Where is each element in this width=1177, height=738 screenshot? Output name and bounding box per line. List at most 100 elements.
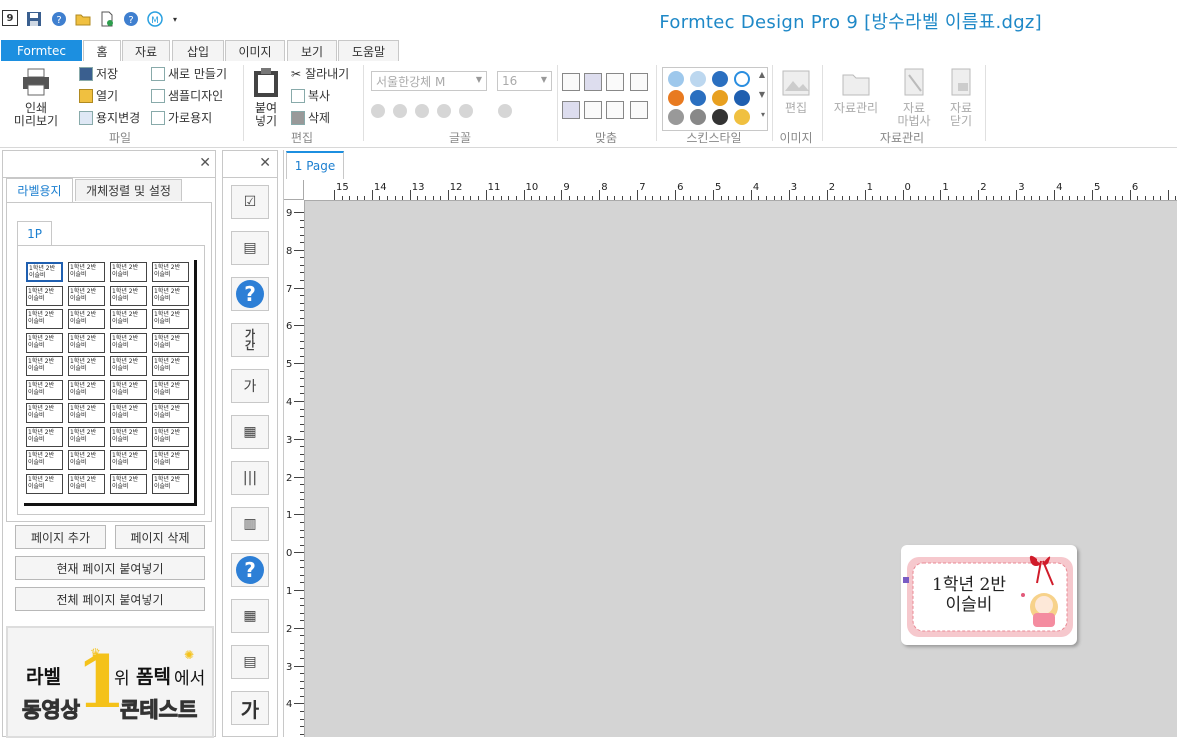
skin-swatch[interactable] [712, 109, 728, 125]
label-cell[interactable]: 1학년 2반 이슬비 [26, 379, 63, 400]
label-cell[interactable]: 1학년 2반 이슬비 [68, 450, 105, 470]
label-object[interactable]: 1학년 2반 이슬비 [901, 545, 1077, 645]
sample-design-button[interactable]: 샘플디자인 [151, 87, 223, 104]
save-icon[interactable] [25, 10, 43, 28]
table-tool-icon[interactable]: ▦ [231, 599, 269, 633]
barcode-2-tool-icon[interactable]: ▥ [231, 507, 269, 541]
label-cell[interactable]: 1학년 2반 이슬비 [152, 309, 189, 329]
skin-swatch[interactable] [668, 109, 684, 125]
label-cell[interactable]: 1학년 2반 이슬비 [26, 473, 63, 494]
label-cell[interactable]: 1학년 2반 이슬비 [68, 426, 105, 447]
label-cell[interactable]: 1학년 2반 이슬비 [152, 262, 189, 282]
ruler-vertical[interactable]: 9 8 7 6 5 4 3 2 1 0 1 2 3 4 [284, 200, 305, 737]
tab-object-align[interactable]: 개체정렬 및 설정 [75, 179, 182, 201]
paste-current-page-button[interactable]: 현재 페이지 붙여넣기 [15, 556, 205, 580]
label-cell[interactable]: 1학년 2반 이슬비 [152, 426, 189, 447]
ruler-horizontal[interactable]: 15 14 13 12 11 10 9 8 7 6 5 4 3 2 1 0 1 2 3 4 5 6 [284, 180, 1177, 201]
label-cell[interactable]: 1학년 2반 이슬비 [110, 309, 147, 329]
font-color-icon[interactable] [459, 104, 473, 118]
app-icon[interactable]: 9 [2, 10, 18, 26]
underline-icon[interactable] [415, 104, 429, 118]
label-cell[interactable]: 1학년 2반 이슬비 [152, 332, 189, 353]
label-cell[interactable]: 1학년 2반 이슬비 [68, 379, 105, 400]
open-button[interactable]: 열기 [79, 87, 118, 104]
label-cell[interactable]: 1학년 2반 이슬비 [26, 262, 63, 282]
barcode-tool-icon[interactable]: ||| [231, 461, 269, 495]
label-cell[interactable]: 1학년 2반 이슬비 [26, 332, 63, 353]
skin-swatch[interactable] [734, 90, 750, 106]
open-folder-icon[interactable] [74, 10, 92, 28]
close-icon[interactable]: ✕ [259, 155, 271, 171]
label-text[interactable]: 1학년 2반 이슬비 [917, 575, 1021, 615]
help-icon[interactable]: ? [50, 10, 68, 28]
change-paper-button[interactable]: 용지변경 [79, 109, 140, 126]
align-right-icon[interactable] [606, 73, 624, 91]
align-middle-icon[interactable] [584, 101, 602, 119]
label-cell[interactable]: 1학년 2반 이슬비 [68, 309, 105, 329]
skin-swatch[interactable] [690, 71, 706, 87]
paste-button[interactable]: 붙여 넣기 [248, 67, 284, 128]
skin-swatch[interactable] [690, 90, 706, 106]
tab-help[interactable]: 도움말 [338, 40, 399, 61]
tab-home[interactable]: 홈 [83, 40, 121, 62]
skin-swatch[interactable] [690, 109, 706, 125]
label-cell[interactable]: 1학년 2반 이슬비 [26, 285, 63, 306]
label-cell[interactable]: 1학년 2반 이슬비 [110, 403, 147, 423]
data-wizard-button[interactable]: 자료 마법사 [892, 67, 936, 128]
skin-swatch[interactable] [668, 90, 684, 106]
tab-data[interactable]: 자료 [122, 40, 170, 61]
help-icon[interactable]: ? [231, 553, 269, 587]
label-cell[interactable]: 1학년 2반 이슬비 [110, 426, 147, 447]
strikethrough-icon[interactable] [437, 104, 451, 118]
label-cell[interactable]: 1학년 2반 이슬비 [152, 403, 189, 423]
label-cell[interactable]: 1학년 2반 이슬비 [110, 285, 147, 306]
skin-swatch[interactable] [734, 71, 750, 87]
cut-button[interactable]: ✂ 잘라내기 [291, 65, 349, 82]
label-cell[interactable]: 1학년 2반 이슬비 [152, 473, 189, 494]
chevron-down-icon[interactable]: ▾ [166, 10, 184, 28]
label-cell[interactable]: 1학년 2반 이슬비 [110, 332, 147, 353]
font-size-select[interactable]: 16 ▼ [497, 71, 552, 91]
more-icon[interactable]: ▾ [761, 110, 765, 119]
print-preview-button[interactable]: 인쇄 미리보기 [10, 67, 62, 128]
tab-page-1[interactable]: 1 Page [286, 151, 344, 179]
save-button[interactable]: 저장 [79, 65, 118, 82]
label-cell[interactable]: 1학년 2반 이슬비 [152, 450, 189, 470]
new-button[interactable]: 새로 만들기 [151, 65, 227, 82]
font-name-select[interactable]: 서울한강체 M ▼ [371, 71, 487, 91]
highlight-icon[interactable] [498, 104, 512, 118]
align-top-icon[interactable] [562, 101, 580, 119]
new-file-icon[interactable] [98, 10, 116, 28]
label-cell[interactable]: 1학년 2반 이슬비 [68, 262, 105, 282]
label-cell[interactable]: 1학년 2반 이슬비 [68, 332, 105, 353]
skin-swatch[interactable] [668, 71, 684, 87]
text-tool-icon[interactable]: 가 [231, 691, 269, 725]
tab-insert[interactable]: 삽입 [172, 40, 224, 61]
label-cell[interactable]: 1학년 2반 이슬비 [26, 450, 63, 470]
landscape-button[interactable]: 가로용지 [151, 109, 212, 126]
tab-image[interactable]: 이미지 [225, 40, 285, 61]
text-effect-tool-icon[interactable]: 가 [231, 369, 269, 403]
skin-swatch[interactable] [734, 109, 750, 125]
tab-label-paper[interactable]: 라벨용지 [6, 178, 73, 202]
image-edit-button[interactable]: 편집 [777, 67, 815, 115]
data-manage-button[interactable]: 자료관리 [828, 67, 884, 115]
chevron-up-icon[interactable]: ▲ [759, 70, 765, 79]
letter-spacing-icon[interactable] [630, 101, 648, 119]
label-cell[interactable]: 1학년 2반 이슬비 [152, 356, 189, 376]
tab-view[interactable]: 보기 [287, 40, 337, 61]
label-cell[interactable]: 1학년 2반 이슬비 [68, 356, 105, 376]
label-cell[interactable]: 1학년 2반 이슬비 [26, 356, 63, 376]
label-cell[interactable]: 1학년 2반 이슬비 [152, 285, 189, 306]
label-cell[interactable]: 1학년 2반 이슬비 [110, 450, 147, 470]
line-spacing-icon[interactable] [630, 73, 648, 91]
align-bottom-icon[interactable] [606, 101, 624, 119]
skin-swatch[interactable] [712, 71, 728, 87]
chevron-down-icon[interactable]: ▼ [759, 90, 765, 99]
label-cell[interactable]: 1학년 2반 이슬비 [68, 473, 105, 494]
update-icon[interactable]: M [146, 10, 164, 28]
paste-all-pages-button[interactable]: 전체 페이지 붙여넣기 [15, 587, 205, 611]
label-cell[interactable]: 1학년 2반 이슬비 [26, 403, 63, 423]
delete-button[interactable]: 삭제 [291, 109, 330, 126]
workspace[interactable] [305, 201, 1177, 737]
